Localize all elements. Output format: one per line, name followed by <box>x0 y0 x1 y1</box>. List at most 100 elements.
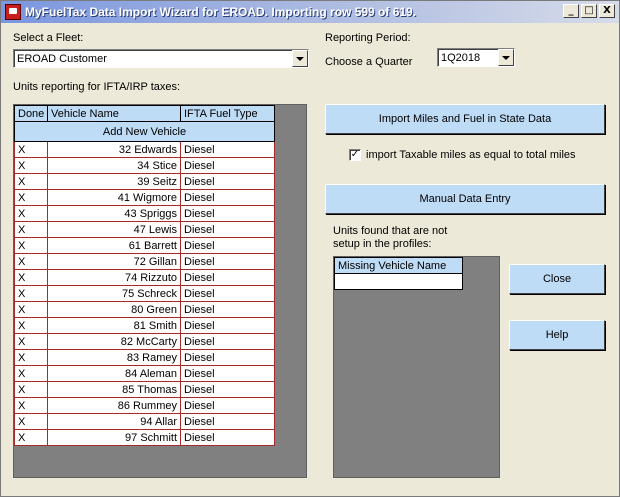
maximize-button[interactable]: □ <box>581 4 597 18</box>
vehicle-name-cell[interactable]: 81 Smith <box>47 317 181 334</box>
table-row[interactable]: X 85 Thomas Diesel <box>14 381 275 398</box>
done-cell[interactable]: X <box>14 381 48 398</box>
fuel-type-cell[interactable]: Diesel <box>180 381 275 398</box>
vehicle-name-cell[interactable]: 39 Seitz <box>47 173 181 190</box>
table-row[interactable]: X 74 Rizzuto Diesel <box>14 269 275 286</box>
vehicle-name-cell[interactable]: 32 Edwards <box>47 141 181 158</box>
done-cell[interactable]: X <box>14 253 48 270</box>
fuel-type-cell[interactable]: Diesel <box>180 221 275 238</box>
table-row[interactable]: X 43 Spriggs Diesel <box>14 205 275 222</box>
table-row[interactable]: X 75 Schreck Diesel <box>14 285 275 302</box>
quarter-select[interactable]: 1Q2018 <box>437 48 515 67</box>
table-row[interactable]: X 94 Allar Diesel <box>14 413 275 430</box>
done-cell[interactable]: X <box>14 205 48 222</box>
manual-data-entry-button[interactable]: Manual Data Entry <box>325 184 605 214</box>
vehicle-name-cell[interactable]: 41 Wigmore <box>47 189 181 206</box>
done-cell[interactable]: X <box>14 285 48 302</box>
table-row[interactable]: X 39 Seitz Diesel <box>14 173 275 190</box>
done-cell[interactable]: X <box>14 269 48 286</box>
vehicle-name-cell[interactable]: 47 Lewis <box>47 221 181 238</box>
table-row[interactable]: X 80 Green Diesel <box>14 301 275 318</box>
done-cell[interactable]: X <box>14 301 48 318</box>
help-button[interactable]: Help <box>509 320 605 350</box>
missing-vehicle-empty-row[interactable] <box>334 273 463 290</box>
close-window-button[interactable]: X <box>599 4 615 18</box>
close-button[interactable]: Close <box>509 264 605 294</box>
table-row[interactable]: X 81 Smith Diesel <box>14 317 275 334</box>
import-miles-fuel-button[interactable]: Import Miles and Fuel in State Data <box>325 104 605 134</box>
col-header-done[interactable]: Done <box>14 105 48 122</box>
fuel-type-cell[interactable]: Diesel <box>180 365 275 382</box>
fuel-type-cell[interactable]: Diesel <box>180 253 275 270</box>
vehicle-name-cell[interactable]: 94 Allar <box>47 413 181 430</box>
window-title: MyFuelTax Data Import Wizard for EROAD. … <box>25 5 417 19</box>
done-cell[interactable]: X <box>14 365 48 382</box>
done-cell[interactable]: X <box>14 397 48 414</box>
fuel-type-cell[interactable]: Diesel <box>180 269 275 286</box>
col-header-fuel-type[interactable]: IFTA Fuel Type <box>180 105 275 122</box>
fuel-type-cell[interactable]: Diesel <box>180 157 275 174</box>
done-cell[interactable]: X <box>14 221 48 238</box>
fuel-type-cell[interactable]: Diesel <box>180 397 275 414</box>
done-cell[interactable]: X <box>14 429 48 446</box>
add-new-vehicle-button[interactable]: Add New Vehicle <box>14 121 275 142</box>
table-row[interactable]: X 61 Barrett Diesel <box>14 237 275 254</box>
fuel-type-cell[interactable]: Diesel <box>180 173 275 190</box>
vehicle-name-cell[interactable]: 97 Schmitt <box>47 429 181 446</box>
table-row[interactable]: X 97 Schmitt Diesel <box>14 429 275 446</box>
fuel-type-cell[interactable]: Diesel <box>180 285 275 302</box>
col-header-vehicle-name[interactable]: Vehicle Name <box>47 105 181 122</box>
vehicle-name-cell[interactable]: 43 Spriggs <box>47 205 181 222</box>
minimize-button[interactable]: _ <box>563 4 579 18</box>
vehicle-name-cell[interactable]: 61 Barrett <box>47 237 181 254</box>
fuel-type-cell[interactable]: Diesel <box>180 189 275 206</box>
done-cell[interactable]: X <box>14 189 48 206</box>
vehicle-table: Done Vehicle Name IFTA Fuel Type Add New… <box>14 105 275 446</box>
done-cell[interactable]: X <box>14 413 48 430</box>
table-row[interactable]: X 82 McCarty Diesel <box>14 333 275 350</box>
table-row[interactable]: X 72 Gillan Diesel <box>14 253 275 270</box>
fleet-select-value: EROAD Customer <box>17 52 107 65</box>
vehicle-name-cell[interactable]: 84 Aleman <box>47 365 181 382</box>
vehicle-name-cell[interactable]: 75 Schreck <box>47 285 181 302</box>
table-row[interactable]: X 41 Wigmore Diesel <box>14 189 275 206</box>
vehicle-name-cell[interactable]: 34 Stice <box>47 157 181 174</box>
done-cell[interactable]: X <box>14 317 48 334</box>
fuel-type-cell[interactable]: Diesel <box>180 141 275 158</box>
fuel-type-cell[interactable]: Diesel <box>180 317 275 334</box>
done-cell[interactable]: X <box>14 157 48 174</box>
vehicle-name-cell[interactable]: 74 Rizzuto <box>47 269 181 286</box>
done-cell[interactable]: X <box>14 141 48 158</box>
reporting-period-label: Reporting Period: <box>325 32 411 44</box>
vehicle-name-cell[interactable]: 72 Gillan <box>47 253 181 270</box>
fuel-type-cell[interactable]: Diesel <box>180 301 275 318</box>
vehicle-name-cell[interactable]: 86 Rummey <box>47 397 181 414</box>
title-bar[interactable]: MyFuelTax Data Import Wizard for EROAD. … <box>1 1 619 23</box>
col-header-missing-vehicle[interactable]: Missing Vehicle Name <box>334 257 463 274</box>
done-cell[interactable]: X <box>14 349 48 366</box>
fuel-type-cell[interactable]: Diesel <box>180 205 275 222</box>
table-row[interactable]: X 32 Edwards Diesel <box>14 141 275 158</box>
chevron-down-icon[interactable] <box>498 49 514 66</box>
done-cell[interactable]: X <box>14 333 48 350</box>
fuel-type-cell[interactable]: Diesel <box>180 413 275 430</box>
table-row[interactable]: X 86 Rummey Diesel <box>14 397 275 414</box>
fuel-type-cell[interactable]: Diesel <box>180 237 275 254</box>
vehicle-name-cell[interactable]: 80 Green <box>47 301 181 318</box>
table-row[interactable]: X 47 Lewis Diesel <box>14 221 275 238</box>
done-cell[interactable]: X <box>14 237 48 254</box>
chevron-down-icon[interactable] <box>292 50 308 67</box>
done-cell[interactable]: X <box>14 173 48 190</box>
fuel-type-cell[interactable]: Diesel <box>180 349 275 366</box>
fuel-type-cell[interactable]: Diesel <box>180 333 275 350</box>
table-row[interactable]: X 83 Ramey Diesel <box>14 349 275 366</box>
table-row[interactable]: X 34 Stice Diesel <box>14 157 275 174</box>
fleet-select[interactable]: EROAD Customer <box>13 49 309 68</box>
vehicle-name-cell[interactable]: 85 Thomas <box>47 381 181 398</box>
taxable-miles-option[interactable]: ✓ import Taxable miles as equal to total… <box>349 149 576 161</box>
table-row[interactable]: X 84 Aleman Diesel <box>14 365 275 382</box>
fuel-type-cell[interactable]: Diesel <box>180 429 275 446</box>
vehicle-name-cell[interactable]: 83 Ramey <box>47 349 181 366</box>
vehicle-name-cell[interactable]: 82 McCarty <box>47 333 181 350</box>
taxable-miles-checkbox[interactable]: ✓ <box>349 149 361 161</box>
